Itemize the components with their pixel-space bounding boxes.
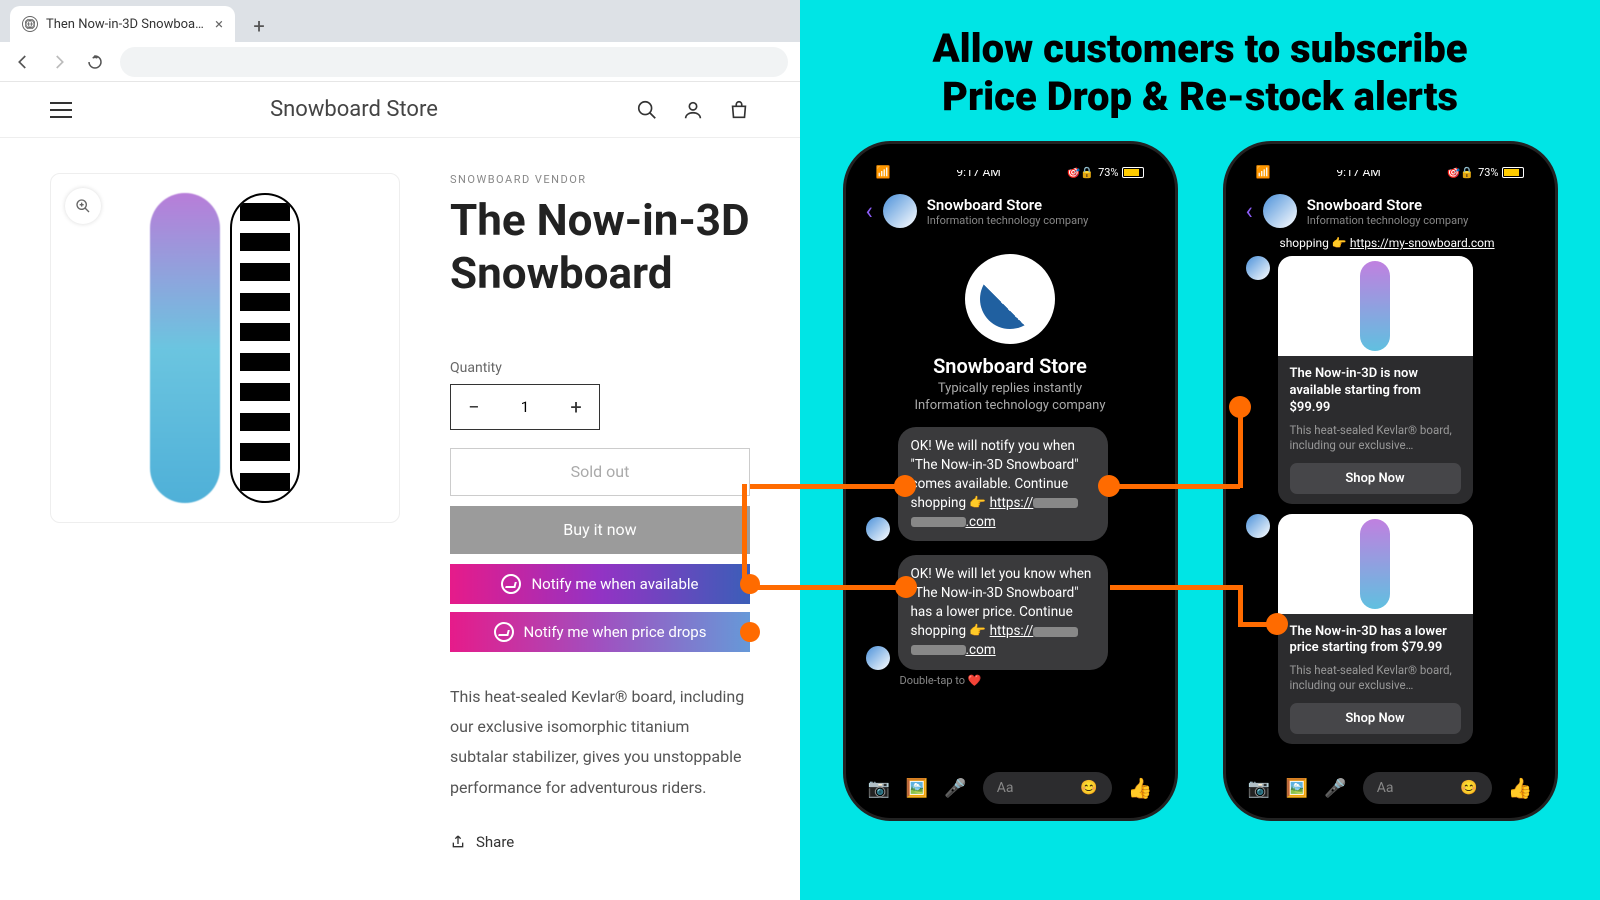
qty-minus[interactable]: − <box>451 384 497 430</box>
chat-header: ‹ Snowboard Store Information technology… <box>1234 186 1547 236</box>
camera-icon[interactable]: 📷 <box>1248 778 1270 799</box>
product-info: SNOWBOARD VENDOR The Now-in-3D Snowboard… <box>450 173 750 851</box>
new-tab-button[interactable]: + <box>243 10 275 42</box>
like-icon[interactable]: 👍 <box>1508 776 1533 800</box>
page-content: Snowboard Store SNOWBOARD VENDOR The Now… <box>0 82 800 900</box>
messenger-icon <box>501 574 521 594</box>
status-bar: 📶9:17 AM 🎯🔒73% <box>854 158 1167 186</box>
buy-now-button[interactable]: Buy it now <box>450 506 750 554</box>
profile-avatar <box>965 254 1055 344</box>
chat-message: OK! We will let you know when "The Now-i… <box>866 555 1155 669</box>
search-icon[interactable] <box>636 99 658 121</box>
promo-headline: Allow customers to subscribePrice Drop &… <box>830 25 1570 121</box>
status-bar: 📶9:17 AM 🎯🔒73% <box>1234 158 1547 186</box>
chat-header: ‹ Snowboard Store Information technology… <box>854 186 1167 236</box>
globe-icon <box>22 16 38 32</box>
like-icon[interactable]: 👍 <box>1128 776 1153 800</box>
forward-button[interactable] <box>48 51 70 73</box>
notify-label: Notify me when price drops <box>524 623 707 641</box>
message-input[interactable]: Aa😊 <box>983 772 1112 804</box>
store-name: Snowboard Store <box>270 97 438 122</box>
notify-label: Notify me when available <box>531 575 698 593</box>
chat-input-bar: 📷 🖼️ 🎤 Aa😊 👍 <box>1234 766 1547 810</box>
menu-button[interactable] <box>50 102 72 118</box>
back-button[interactable] <box>12 51 34 73</box>
qty-value: 1 <box>497 398 553 416</box>
promo-panel: Allow customers to subscribePrice Drop &… <box>800 0 1600 900</box>
reload-button[interactable] <box>84 51 106 73</box>
qty-plus[interactable]: + <box>553 384 599 430</box>
account-icon[interactable] <box>682 99 704 121</box>
vendor-label: SNOWBOARD VENDOR <box>450 173 750 186</box>
sold-out-button: Sold out <box>450 448 750 496</box>
chat-input-bar: 📷 🖼️ 🎤 Aa😊 👍 <box>854 766 1167 810</box>
browser-tabs: Then Now-in-3D Snowboard – × + <box>0 0 800 42</box>
shop-now-button[interactable]: Shop Now <box>1290 463 1461 494</box>
camera-icon[interactable]: 📷 <box>868 778 890 799</box>
gallery-icon[interactable]: 🖼️ <box>1286 778 1308 799</box>
product-title: The Now-in-3D Snowboard <box>450 194 750 300</box>
url-bar[interactable] <box>120 47 788 77</box>
product-description: This heat-sealed Kevlar® board, includin… <box>450 682 750 804</box>
product-image <box>50 173 400 523</box>
shop-now-button[interactable]: Shop Now <box>1290 703 1461 734</box>
browser-window: Then Now-in-3D Snowboard – × + Snowboard… <box>0 0 800 900</box>
browser-tab[interactable]: Then Now-in-3D Snowboard – × <box>10 6 235 42</box>
store-header: Snowboard Store <box>0 82 800 138</box>
back-icon[interactable]: ‹ <box>866 197 873 225</box>
quantity-label: Quantity <box>450 360 750 376</box>
phone-mockup-1: 📶9:17 AM 🎯🔒73% ‹ Snowboard Store Informa… <box>843 141 1178 821</box>
back-icon[interactable]: ‹ <box>1246 197 1253 225</box>
tab-title: Then Now-in-3D Snowboard – <box>46 17 207 32</box>
mic-icon[interactable]: 🎤 <box>1324 778 1346 799</box>
avatar <box>883 194 917 228</box>
cart-icon[interactable] <box>728 99 750 121</box>
mic-icon[interactable]: 🎤 <box>944 778 966 799</box>
product-card[interactable]: The Now-in-3D has a lower price starting… <box>1278 514 1473 745</box>
close-icon[interactable]: × <box>215 15 223 33</box>
message-input[interactable]: Aa😊 <box>1363 772 1492 804</box>
browser-toolbar <box>0 42 800 82</box>
phone-mockup-2: 📶9:17 AM 🎯🔒73% ‹ Snowboard Store Informa… <box>1223 141 1558 821</box>
share-button[interactable]: Share <box>450 833 750 851</box>
notify-price-button[interactable]: Notify me when price drops <box>450 612 750 652</box>
product-section: SNOWBOARD VENDOR The Now-in-3D Snowboard… <box>0 138 800 886</box>
quantity-stepper: − 1 + <box>450 384 600 430</box>
zoom-icon[interactable] <box>65 188 101 224</box>
notify-available-button[interactable]: Notify me when available <box>450 564 750 604</box>
avatar <box>1263 194 1297 228</box>
product-card[interactable]: The Now-in-3D is now available starting … <box>1278 256 1473 504</box>
messenger-icon <box>494 622 514 642</box>
gallery-icon[interactable]: 🖼️ <box>906 778 928 799</box>
